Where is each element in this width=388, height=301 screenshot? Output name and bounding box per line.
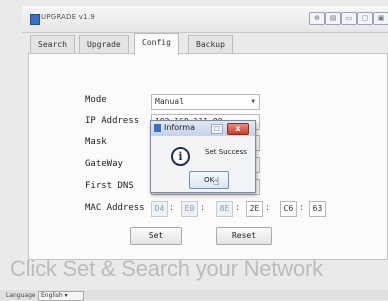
dialog-close-button[interactable]: x bbox=[227, 123, 249, 135]
mode-value: Manual bbox=[155, 97, 184, 106]
mask-label: Mask bbox=[85, 137, 107, 147]
chevron-down-icon: ▾ bbox=[64, 292, 68, 299]
mac-octet-4[interactable]: 2E bbox=[246, 201, 263, 217]
minimize-button[interactable]: ▭ bbox=[341, 12, 357, 25]
app-icon bbox=[30, 14, 40, 25]
mac-octet-2[interactable]: E0 bbox=[181, 201, 198, 217]
mac-separator: : bbox=[300, 203, 304, 213]
mac-separator: : bbox=[201, 203, 205, 213]
window-control-2[interactable]: ▤ bbox=[325, 12, 341, 25]
dialog-app-icon bbox=[154, 124, 161, 132]
gateway-label: GateWay bbox=[85, 159, 123, 169]
window-title: UPGRADE v1.9 bbox=[41, 13, 95, 21]
dns-label: First DNS bbox=[85, 181, 134, 191]
set-button[interactable]: Set bbox=[130, 227, 182, 245]
language-value: English bbox=[41, 292, 63, 299]
info-dialog: Informa □ x i Set Success OK bbox=[150, 120, 256, 193]
mac-octet-1[interactable]: D4 bbox=[151, 201, 168, 217]
mac-separator: : bbox=[170, 203, 174, 213]
tab-config[interactable]: Config bbox=[134, 33, 179, 55]
info-icon: i bbox=[171, 147, 190, 166]
chevron-down-icon: ▼ bbox=[251, 98, 255, 105]
window-control-1[interactable]: ⊕ bbox=[309, 12, 325, 25]
mac-label: MAC Address bbox=[85, 203, 145, 213]
mouse-cursor-icon: ☝ bbox=[213, 175, 220, 188]
mac-octet-6[interactable]: 63 bbox=[309, 201, 326, 217]
tab-search[interactable]: Search bbox=[30, 35, 75, 54]
ip-label: IP Address bbox=[85, 116, 140, 126]
mode-label: Mode bbox=[85, 95, 107, 105]
tab-backup[interactable]: Backup bbox=[188, 35, 233, 54]
title-bar: UPGRADE v1.9 ⊕ ▤ ▭ ▢ ▣ bbox=[22, 6, 388, 33]
reset-button[interactable]: Reset bbox=[216, 227, 272, 245]
mac-octet-5[interactable]: C6 bbox=[280, 201, 297, 217]
mac-separator: : bbox=[266, 203, 270, 213]
dialog-title-bar: Informa □ x bbox=[151, 121, 255, 136]
ok-button[interactable]: OK bbox=[189, 171, 229, 189]
close-button[interactable]: ▣ bbox=[373, 12, 388, 25]
language-label: Language bbox=[6, 292, 36, 299]
dialog-title: Informa bbox=[164, 123, 195, 132]
maximize-button[interactable]: ▢ bbox=[357, 12, 373, 25]
dialog-restore-button[interactable]: □ bbox=[211, 124, 223, 134]
mac-octet-3[interactable]: 8E bbox=[216, 201, 233, 217]
mode-select[interactable]: Manual ▼ bbox=[151, 94, 260, 110]
tab-upgrade[interactable]: Upgrade bbox=[79, 35, 129, 54]
dialog-message: Set Success bbox=[205, 148, 247, 156]
mac-separator: : bbox=[236, 203, 240, 213]
overlay-caption: Click Set & Search your Network bbox=[10, 256, 323, 281]
